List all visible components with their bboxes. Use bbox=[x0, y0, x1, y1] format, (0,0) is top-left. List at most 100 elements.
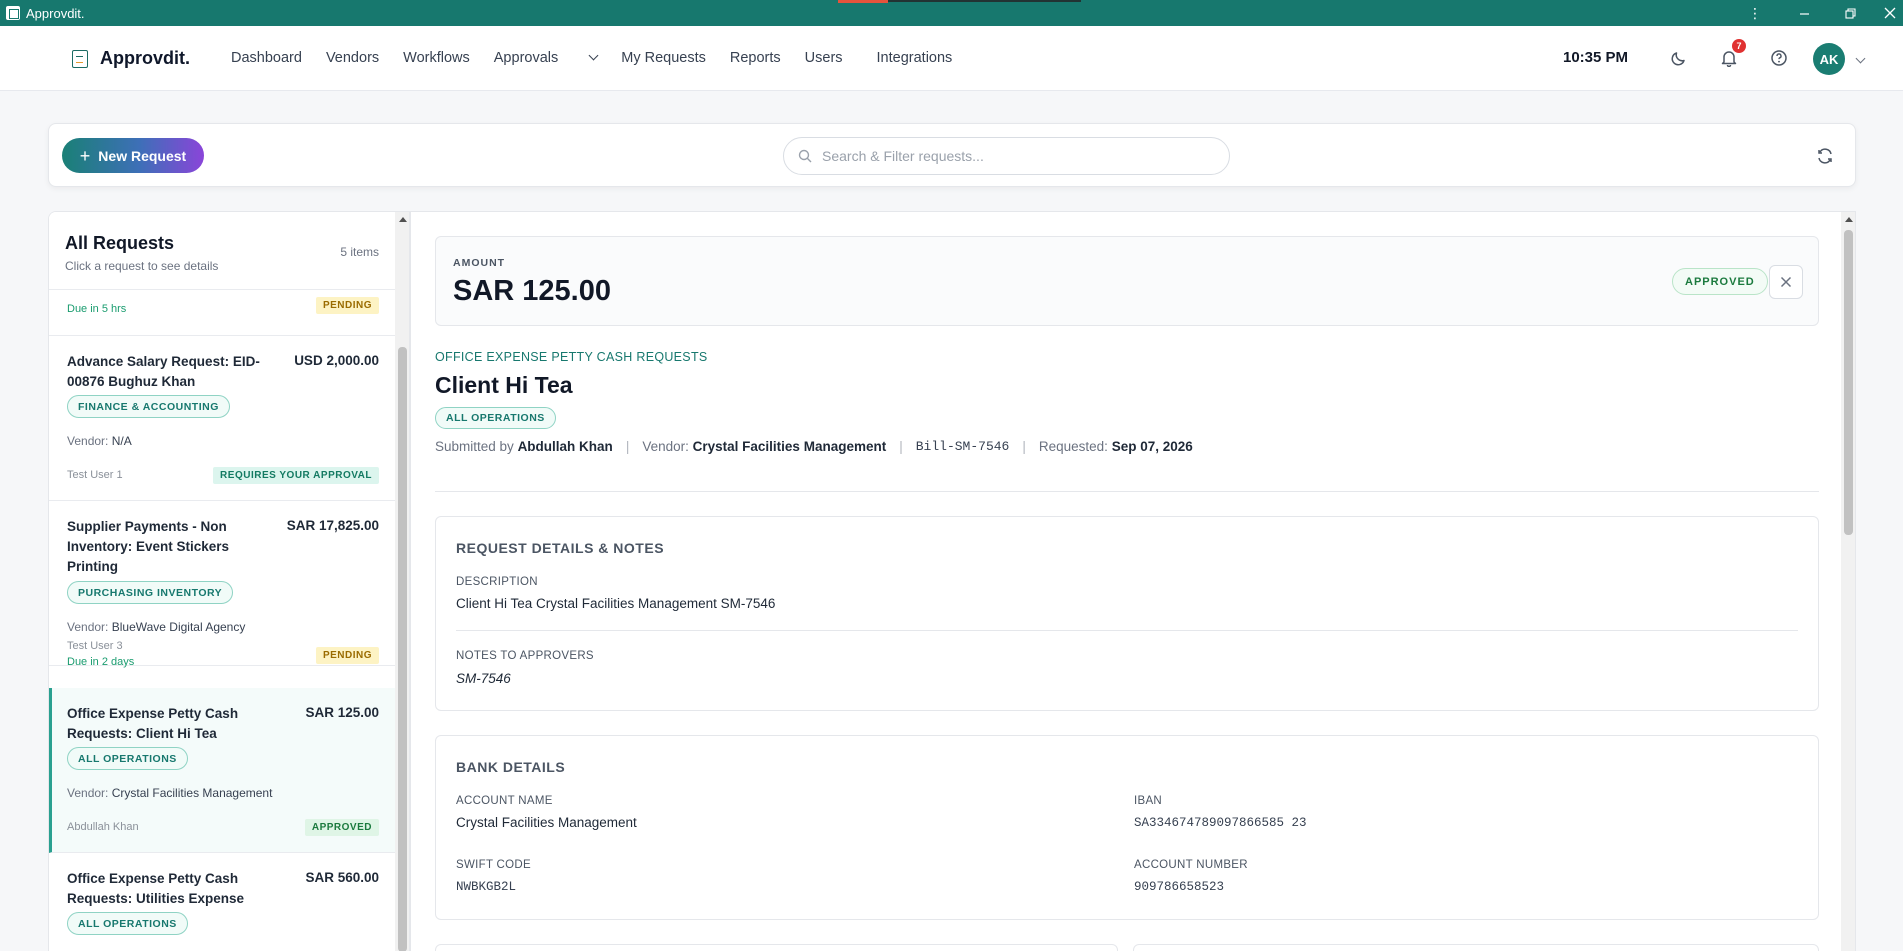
scrollbar-thumb[interactable] bbox=[1844, 230, 1853, 535]
list-item-selected[interactable]: Office Expense Petty Cash Requests: Clie… bbox=[49, 688, 395, 853]
meta-separator: | bbox=[625, 439, 630, 454]
department-tag: PURCHASING INVENTORY bbox=[67, 581, 234, 604]
taskbar-indicator-dark bbox=[888, 0, 1081, 2]
request-meta: Submitted by Abdullah Khan | Vendor: Cry… bbox=[435, 439, 1193, 454]
item-title: Advance Salary Request: EID-00876 Bughuz… bbox=[67, 354, 260, 389]
card-title: BANK DETAILS bbox=[456, 759, 566, 775]
nav-reports[interactable]: Reports bbox=[730, 50, 781, 66]
request-detail-panel: AMOUNT SAR 125.00 APPROVED OFFICE EXPENS… bbox=[410, 211, 1856, 951]
restore-icon[interactable] bbox=[1830, 0, 1870, 26]
department-tag: ALL OPERATIONS bbox=[435, 407, 556, 429]
iban-value: SA334674789097866585 23 bbox=[1134, 816, 1307, 830]
due-text: Due in 2 days bbox=[67, 656, 135, 668]
close-icon bbox=[1780, 276, 1792, 288]
item-title: Supplier Payments - Non Inventory: Event… bbox=[67, 519, 230, 574]
notification-badge: 7 bbox=[1732, 39, 1746, 53]
bill-number: Bill-SM-7546 bbox=[915, 439, 1010, 454]
amount-label: AMOUNT bbox=[453, 257, 506, 269]
status-badge: PENDING bbox=[315, 297, 379, 314]
list-item[interactable]: Office Expense Petty Cash Requests: Util… bbox=[49, 853, 395, 951]
requests-list-panel: All Requests Click a request to see deta… bbox=[48, 211, 410, 951]
nav-approvals-label: Approvals bbox=[493, 50, 559, 66]
avatar[interactable]: AK bbox=[1813, 43, 1845, 75]
scroll-up-icon[interactable] bbox=[1845, 217, 1853, 222]
search-input[interactable] bbox=[822, 148, 1202, 164]
nav-my-requests[interactable]: My Requests bbox=[621, 50, 706, 66]
logo-icon bbox=[72, 49, 88, 68]
request-details-card: REQUEST DETAILS & NOTES DESCRIPTION Clie… bbox=[435, 516, 1819, 711]
nav-approvals[interactable]: Approvals bbox=[493, 50, 599, 66]
minimize-icon[interactable] bbox=[1784, 0, 1824, 26]
nav-users[interactable]: Users bbox=[805, 50, 843, 66]
item-user: Test User 1 bbox=[67, 469, 123, 481]
os-title-bar: Approvdit. ⋮ bbox=[0, 0, 1903, 26]
swift-value: NWBKGB2L bbox=[456, 880, 517, 894]
vendor-label: Vendor: bbox=[67, 620, 109, 634]
app-icon bbox=[6, 6, 20, 20]
detail-scrollbar[interactable] bbox=[1841, 212, 1855, 951]
item-title: Office Expense Petty Cash Requests: Clie… bbox=[67, 706, 239, 741]
plus-icon: + bbox=[79, 145, 91, 166]
swift-label: SWIFT CODE bbox=[456, 859, 531, 871]
kebab-icon[interactable]: ⋮ bbox=[1735, 0, 1775, 26]
account-number-value: 909786658523 bbox=[1134, 880, 1225, 894]
scrollbar-thumb[interactable] bbox=[398, 347, 407, 951]
item-title: Office Expense Petty Cash Requests: Util… bbox=[67, 871, 245, 906]
due-text: Due in 5 hrs bbox=[67, 303, 127, 315]
close-detail-button[interactable] bbox=[1769, 265, 1803, 299]
department-tag: FINANCE & ACCOUNTING bbox=[67, 395, 230, 418]
action-bar: + New Request bbox=[48, 123, 1856, 187]
status-badge: REQUIRES YOUR APPROVAL bbox=[213, 467, 379, 484]
request-category: OFFICE EXPENSE PETTY CASH REQUESTS bbox=[435, 350, 708, 364]
requested-date: Sep 07, 2026 bbox=[1111, 439, 1193, 454]
request-title: Client Hi Tea bbox=[435, 372, 573, 398]
scroll-up-icon[interactable] bbox=[399, 217, 407, 222]
brand[interactable]: Approvdit. bbox=[72, 48, 190, 69]
moon-icon[interactable] bbox=[1667, 46, 1691, 70]
card-title: REQUEST DETAILS & NOTES bbox=[456, 540, 665, 556]
new-request-button[interactable]: + New Request bbox=[62, 138, 204, 173]
item-vendor: Vendor: BlueWave Digital Agency bbox=[67, 620, 245, 634]
search-box[interactable] bbox=[783, 137, 1230, 175]
list-count: 5 items bbox=[340, 245, 379, 259]
requested-label: Requested: bbox=[1038, 439, 1108, 454]
meta-separator: | bbox=[899, 439, 903, 454]
nav-links: Dashboard Vendors Workflows Approvals My… bbox=[231, 50, 976, 66]
status-badge: PENDING bbox=[315, 647, 379, 664]
brand-name: Approvdit. bbox=[100, 48, 190, 68]
next-card-right bbox=[1133, 944, 1819, 951]
list-item[interactable]: Advance Salary Request: EID-00876 Bughuz… bbox=[49, 336, 395, 501]
new-request-label: New Request bbox=[98, 147, 187, 164]
list-item[interactable]: Supplier Payments - Non Inventory: Event… bbox=[49, 501, 395, 668]
next-card-left bbox=[435, 944, 1118, 951]
nav-dashboard[interactable]: Dashboard bbox=[231, 50, 302, 66]
close-icon[interactable] bbox=[1876, 0, 1903, 26]
submitted-by: Abdullah Khan bbox=[517, 439, 613, 454]
vendor-value: BlueWave Digital Agency bbox=[111, 620, 246, 634]
chevron-down-icon[interactable] bbox=[1855, 53, 1866, 64]
refresh-icon[interactable] bbox=[1815, 146, 1835, 166]
status-badge: APPROVED bbox=[304, 819, 379, 836]
bank-details-card: BANK DETAILS ACCOUNT NAME Crystal Facili… bbox=[435, 735, 1819, 920]
item-amount: USD 2,000.00 bbox=[294, 353, 379, 368]
nav-integrations[interactable]: Integrations bbox=[877, 50, 953, 66]
department-tag: ALL OPERATIONS bbox=[67, 912, 188, 935]
list-scrollbar[interactable] bbox=[395, 212, 409, 951]
account-name-label: ACCOUNT NAME bbox=[456, 795, 553, 807]
vendor-label: Vendor: bbox=[67, 786, 109, 800]
top-navigation: Approvdit. Dashboard Vendors Workflows A… bbox=[0, 26, 1903, 91]
nav-vendors[interactable]: Vendors bbox=[326, 50, 379, 66]
clock: 10:35 PM bbox=[1563, 49, 1629, 66]
help-icon[interactable] bbox=[1767, 46, 1791, 70]
taskbar-indicator bbox=[838, 0, 888, 3]
nav-workflows[interactable]: Workflows bbox=[403, 50, 470, 66]
description-label: DESCRIPTION bbox=[456, 576, 538, 588]
window-title: Approvdit. bbox=[26, 5, 85, 21]
item-amount: SAR 125.00 bbox=[305, 705, 379, 720]
vendor-name: Crystal Facilities Management bbox=[692, 439, 887, 454]
meta-separator: | bbox=[1022, 439, 1026, 454]
chevron-down-icon bbox=[588, 50, 599, 61]
item-vendor: Vendor: Crystal Facilities Management bbox=[67, 786, 272, 800]
description-value: Client Hi Tea Crystal Facilities Managem… bbox=[456, 596, 776, 611]
vendor-label: Vendor: bbox=[67, 434, 109, 448]
